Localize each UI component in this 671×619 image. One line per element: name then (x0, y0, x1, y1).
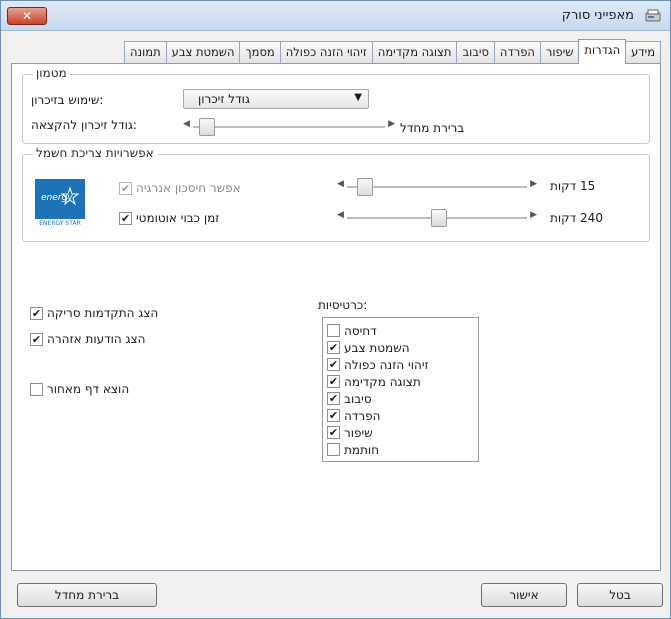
list-item[interactable]: חותמת (323, 441, 478, 458)
scanner-app-icon (645, 9, 661, 22)
auto-off-value: 240 דקות (550, 211, 603, 225)
show-warning-messages-checkbox[interactable]: ✔ (30, 332, 43, 346)
cancel-button[interactable]: בטל (577, 583, 663, 607)
tab-settings[interactable]: הגדרות (578, 39, 627, 64)
power-options-group: אפשרויות צריכת חשמל energy ENERGY STAR א… (22, 146, 650, 242)
settings-panel: מטמון :שימוש בזיכרון גודל זיכרון ▼ :גודל… (11, 63, 661, 571)
star-icon (61, 187, 79, 205)
chevron-down-icon: ▼ (354, 92, 362, 103)
memory-usage-label: :שימוש בזיכרון (31, 93, 104, 107)
show-warning-messages-option[interactable]: הצג הודעות אזהרה ✔ (30, 332, 146, 346)
slider-left-arrow-icon[interactable]: ◀ (337, 210, 344, 220)
energy-star-caption: ENERGY STAR (35, 219, 85, 229)
tab-strip: מידע הגדרות שיפור הפרדה סיבוב תצוגה מקדי… (11, 39, 661, 64)
buffer-group-title: מטמון (33, 66, 70, 80)
tab-preview[interactable]: תצוגה מקדימה (371, 41, 458, 63)
slider-thumb[interactable] (431, 209, 447, 227)
list-item[interactable]: דחיסה (323, 322, 478, 339)
tabs-list-title: :כרטיסיות (318, 298, 368, 312)
list-item-checkbox[interactable]: ✔ (327, 358, 340, 371)
list-item-checkbox[interactable]: ✔ (327, 392, 340, 405)
eject-page-back-label: הוצא דף מאחור (47, 382, 130, 396)
list-item-label: הפרדה (344, 408, 381, 423)
slider-left-arrow-icon[interactable]: ◀ (183, 119, 190, 129)
tab-enhancement[interactable]: שיפור (539, 41, 580, 63)
slider-thumb[interactable] (357, 178, 373, 196)
list-item-label: שיפור (344, 425, 373, 440)
list-item-label: השמטת צבע (344, 340, 410, 355)
list-item[interactable]: הפרדה ✔ (323, 407, 478, 424)
energy-saving-slider[interactable]: ◀ ▶ (337, 178, 537, 196)
slider-right-arrow-icon[interactable]: ▶ (530, 179, 537, 189)
close-button[interactable]: ✕ (7, 7, 47, 25)
list-item-checkbox[interactable] (327, 324, 340, 337)
list-item[interactable]: תצוגה מקדימה ✔ (323, 373, 478, 390)
slider-right-arrow-icon[interactable]: ▶ (388, 119, 395, 129)
list-item-label: זיהוי הזנה כפולה (344, 357, 429, 372)
window-title: מאפייני סורק (561, 8, 634, 23)
slider-left-arrow-icon[interactable]: ◀ (337, 179, 344, 189)
list-item[interactable]: השמטת צבע ✔ (323, 339, 478, 356)
energy-saving-value: 15 דקות (550, 179, 596, 193)
show-scan-progress-label: הצג התקדמות סריקה (47, 306, 159, 320)
list-item[interactable]: סיבוב ✔ (323, 390, 478, 407)
default-button[interactable]: ברירת מחדל (17, 583, 157, 607)
power-group-title: אפשרויות צריכת חשמל (33, 146, 157, 160)
list-item-label: סיבוב (344, 391, 372, 406)
tabs-visibility-list[interactable]: דחיסה השמטת צבע ✔ זיהוי הזנה כפולה ✔ תצו… (322, 317, 479, 462)
tab-multifeed-detection[interactable]: זיהוי הזנה כפולה (279, 41, 373, 63)
list-item[interactable]: זיהוי הזנה כפולה ✔ (323, 356, 478, 373)
list-item-label: תצוגה מקדימה (344, 374, 421, 389)
tab-image[interactable]: תמונה (124, 41, 167, 63)
tab-separation[interactable]: הפרדה (493, 41, 541, 63)
tab-color-dropout[interactable]: השמטת צבע (165, 41, 241, 63)
eject-page-back-checkbox[interactable] (30, 382, 43, 396)
scanner-properties-window: מאפייני סורק ✕ מידע הגדרות שיפור הפרדה ס… (0, 0, 671, 619)
list-item-checkbox[interactable]: ✔ (327, 426, 340, 439)
list-item-label: דחיסה (344, 323, 377, 338)
title-bar: מאפייני סורק ✕ (1, 1, 670, 31)
energy-saving-option[interactable]: אפשר חיסכון אנרגיה ✔ (119, 181, 241, 195)
slider-right-arrow-icon[interactable]: ▶ (530, 210, 537, 220)
slider-track (347, 186, 527, 188)
show-scan-progress-checkbox[interactable]: ✔ (30, 306, 43, 320)
list-item-checkbox[interactable]: ✔ (327, 375, 340, 388)
memory-allocation-label: :גודל זיכרון להקצאה (31, 118, 137, 132)
default-value-label: ברירת מחדל (400, 121, 465, 135)
auto-off-label: זמן כבוי אוטומטי (136, 211, 220, 225)
auto-off-checkbox[interactable]: ✔ (119, 211, 132, 225)
slider-track (193, 126, 385, 128)
show-warning-messages-label: הצג הודעות אזהרה (47, 332, 146, 346)
list-item-checkbox[interactable] (327, 443, 340, 456)
list-item-label: חותמת (344, 442, 380, 457)
tab-info[interactable]: מידע (625, 41, 661, 63)
energy-saving-checkbox[interactable]: ✔ (119, 181, 132, 195)
memory-usage-value: גודל זיכרון (198, 92, 250, 106)
tab-rotation[interactable]: סיבוב (456, 41, 495, 63)
auto-off-slider[interactable]: ◀ ▶ (337, 209, 537, 227)
energy-saving-label: אפשר חיסכון אנרגיה (136, 181, 241, 195)
slider-thumb[interactable] (199, 118, 215, 136)
list-item[interactable]: שיפור ✔ (323, 424, 478, 441)
buffer-group: מטמון :שימוש בזיכרון גודל זיכרון ▼ :גודל… (22, 66, 650, 144)
auto-off-option[interactable]: זמן כבוי אוטומטי ✔ (119, 211, 219, 225)
ok-button[interactable]: אישור (481, 583, 567, 607)
list-item-checkbox[interactable]: ✔ (327, 409, 340, 422)
list-item-checkbox[interactable]: ✔ (327, 341, 340, 354)
eject-page-back-option[interactable]: הוצא דף מאחור (30, 382, 129, 396)
memory-usage-dropdown[interactable]: גודל זיכרון ▼ (183, 89, 369, 109)
tab-document[interactable]: מסמך (239, 41, 281, 63)
show-scan-progress-option[interactable]: הצג התקדמות סריקה ✔ (30, 306, 158, 320)
memory-allocation-slider[interactable]: ◀ ▶ (183, 118, 395, 136)
energy-star-logo: energy ENERGY STAR (35, 179, 85, 229)
